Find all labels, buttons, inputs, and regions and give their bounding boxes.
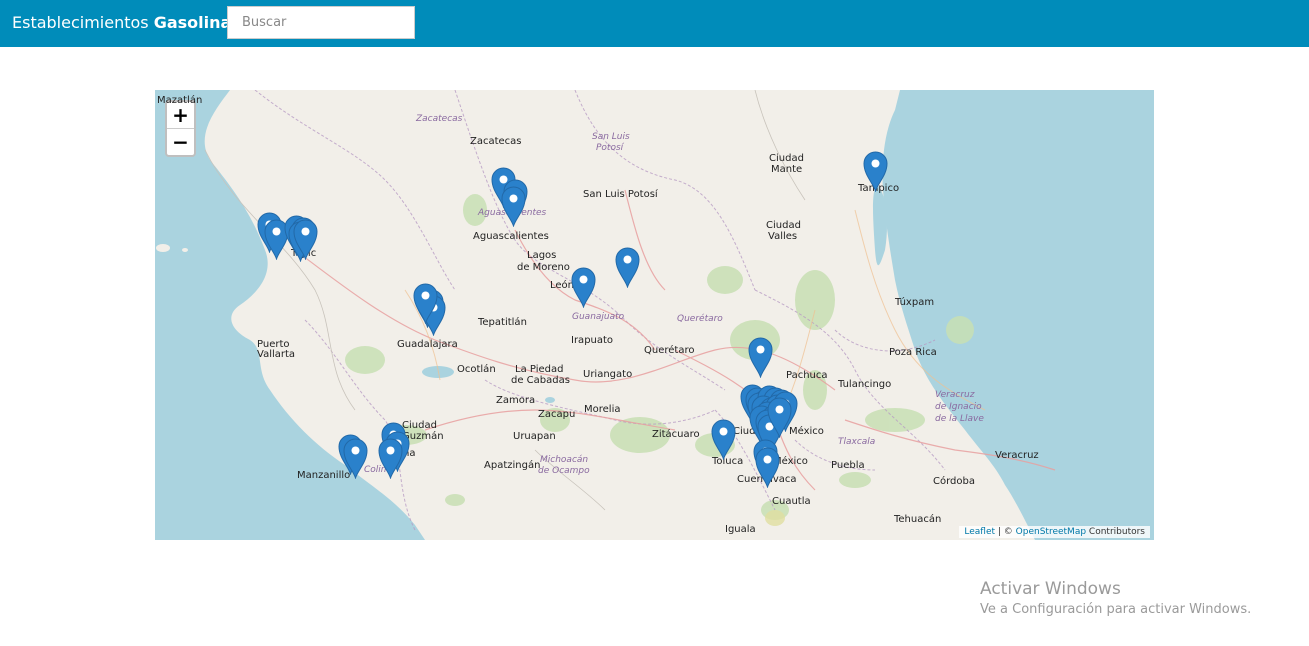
map-label: de Moreno	[517, 262, 570, 273]
osm-link[interactable]: OpenStreetMap	[1016, 527, 1086, 537]
map-label: de Ocampo	[538, 466, 590, 476]
map-label: Mante	[771, 164, 803, 175]
brand-bold: Gasolina	[153, 13, 232, 32]
map-label: de Cabadas	[511, 375, 570, 386]
map-marker-icon[interactable]	[412, 283, 438, 324]
map-label: Tulancingo	[838, 379, 892, 390]
map-label: Lagos	[527, 250, 557, 261]
map-marker-icon[interactable]	[500, 186, 526, 227]
map-marker-icon[interactable]	[754, 447, 780, 488]
map-label: Apatzingán	[484, 460, 541, 471]
map-label: de la Llave	[935, 414, 984, 424]
map-label: Zacapu	[538, 409, 576, 420]
map-label: Querétaro	[677, 314, 723, 324]
map-label: Puebla	[831, 460, 865, 471]
map-label: Guanajuato	[572, 312, 625, 322]
map-label: Michoacán	[540, 455, 589, 465]
map-label: Tepatitlán	[478, 317, 527, 328]
map-label: Ocotlán	[457, 364, 496, 375]
map-label: Mazatlán	[157, 95, 203, 106]
map-label: Túxpam	[895, 297, 935, 308]
watermark-title: Activar Windows	[980, 579, 1121, 599]
zoom-control: + −	[165, 100, 196, 157]
zoom-out-button[interactable]: −	[167, 129, 194, 155]
map-label: La Piedad	[515, 364, 564, 375]
map-marker-icon[interactable]	[570, 267, 596, 308]
attribution-separator: | ©	[995, 527, 1016, 537]
map-label: Potosí	[596, 143, 624, 153]
map-label: Ciudad	[769, 153, 804, 164]
attribution-contributors: Contributors	[1086, 527, 1145, 537]
map-marker-icon[interactable]	[377, 438, 403, 479]
map-label: Ciudad	[766, 220, 801, 231]
windows-activation-watermark: Activar Windows Ve a Configuración para …	[980, 579, 1251, 617]
watermark-subtitle: Ve a Configuración para activar Windows.	[980, 602, 1252, 617]
map-label: Zacatecas	[470, 136, 522, 147]
leaflet-link[interactable]: Leaflet	[964, 527, 995, 537]
map-label: Ciudad	[402, 420, 437, 431]
map-label: Zitácuaro	[652, 429, 700, 440]
map-label: Córdoba	[933, 476, 975, 487]
map[interactable]: + − Mazatlán Zacatecas Zacatecas San Lui…	[155, 90, 1154, 540]
map-label: Uriangato	[583, 369, 633, 380]
map-label: San Luis	[592, 132, 630, 142]
map-marker-icon[interactable]	[342, 438, 368, 479]
map-label: Valles	[768, 231, 798, 242]
map-label: Tlaxcala	[838, 437, 876, 447]
map-label: Zacatecas	[416, 114, 463, 124]
map-marker-icon[interactable]	[710, 419, 736, 460]
zoom-in-button[interactable]: +	[167, 102, 194, 129]
map-marker-icon[interactable]	[766, 397, 792, 438]
map-label: Zamora	[496, 395, 536, 406]
map-label: Tehuacán	[894, 514, 942, 525]
search-input[interactable]	[227, 6, 415, 39]
map-label: Irapuato	[571, 335, 614, 346]
map-label: Vallarta	[257, 349, 296, 360]
map-label: Aguascalientes	[473, 231, 549, 242]
map-marker-icon[interactable]	[292, 219, 318, 260]
map-marker-icon[interactable]	[862, 151, 888, 192]
map-label: Poza Rica	[889, 347, 937, 358]
map-label: San Luis Potosí	[583, 189, 658, 200]
map-marker-icon[interactable]	[747, 337, 773, 378]
map-label: Guadalajara	[397, 339, 458, 350]
map-label: Querétaro	[644, 345, 695, 356]
navbar: Establecimientos Gasolina	[0, 0, 1309, 47]
map-marker-icon[interactable]	[614, 247, 640, 288]
map-label: Cuautla	[772, 496, 811, 507]
map-label: de Ignacio	[935, 402, 982, 412]
brand[interactable]: Establecimientos Gasolina	[12, 13, 231, 33]
map-label: Veracruz	[935, 390, 975, 400]
map-label: Pachuca	[786, 370, 828, 381]
map-label: Iguala	[725, 524, 756, 535]
map-label: Veracruz	[995, 450, 1039, 461]
map-label: Uruapan	[513, 431, 556, 442]
brand-text: Establecimientos	[12, 13, 154, 32]
attribution: Leaflet | © OpenStreetMap Contributors	[959, 526, 1150, 538]
map-label: Morelia	[584, 404, 621, 415]
